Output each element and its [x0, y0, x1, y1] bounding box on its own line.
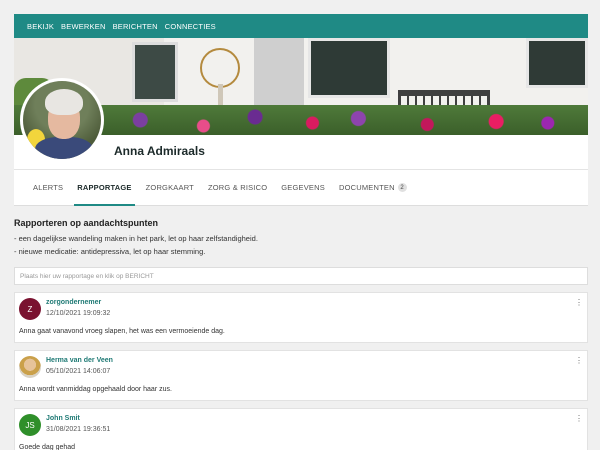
report-post: Herma van der Veen 05/10/2021 14:06:07 ⋮…: [14, 350, 588, 401]
attention-line: - een dagelijkse wandeling maken in het …: [14, 234, 258, 243]
report-post: Z zorgondernemer 12/10/2021 19:09:32 ⋮ A…: [14, 292, 588, 343]
profile-avatar[interactable]: [20, 78, 104, 162]
report-post: JS John Smit 31/08/2021 19:36:51 ⋮ Goede…: [14, 408, 588, 450]
more-vert-icon[interactable]: ⋮: [575, 356, 583, 365]
post-date: 12/10/2021 19:09:32: [46, 310, 111, 317]
nav-berichten[interactable]: BERICHTEN: [113, 22, 158, 31]
banner-window: [132, 42, 178, 102]
profile-name: Anna Admiraals: [114, 144, 205, 158]
attention-title: Rapporteren op aandachtspunten: [14, 218, 159, 228]
post-date: 05/10/2021 14:06:07: [46, 368, 111, 375]
post-text: Goede dag gehad: [19, 444, 76, 450]
post-author[interactable]: Herma van der Veen: [46, 357, 113, 364]
tab-bar: ALERTS RAPPORTAGE ZORGKAART ZORG & RISIC…: [14, 170, 588, 206]
attention-line: - nieuwe medicatie: antidepressiva, let …: [14, 246, 206, 256]
app-container: BEKIJK BEWERKEN BERICHTEN CONNECTIES Ann…: [14, 14, 588, 450]
tab-documenten[interactable]: DOCUMENTEN 2: [332, 170, 414, 206]
avatar[interactable]: [19, 356, 41, 378]
tab-rapportage[interactable]: RAPPORTAGE: [70, 170, 138, 206]
banner-window: [526, 38, 588, 88]
nav-bewerken[interactable]: BEWERKEN: [61, 22, 106, 31]
report-input[interactable]: Plaats hier uw rapportage en klik op BER…: [14, 267, 588, 285]
attention-points: Rapporteren op aandachtspunten - een dag…: [14, 206, 588, 258]
tab-zorgkaart[interactable]: ZORGKAART: [139, 170, 201, 206]
avatar[interactable]: JS: [19, 414, 41, 436]
tab-alerts[interactable]: ALERTS: [26, 170, 70, 206]
more-vert-icon[interactable]: ⋮: [575, 298, 583, 307]
top-nav: BEKIJK BEWERKEN BERICHTEN CONNECTIES: [14, 14, 588, 38]
post-text: Anna gaat vanavond vroeg slapen, het was…: [19, 328, 225, 335]
tab-gegevens[interactable]: GEGEVENS: [274, 170, 332, 206]
post-text: Anna wordt vanmiddag opgehaald door haar…: [19, 386, 172, 393]
tab-zorg-risico[interactable]: ZORG & RISICO: [201, 170, 274, 206]
nav-connecties[interactable]: CONNECTIES: [165, 22, 216, 31]
documents-count-badge: 2: [397, 183, 407, 192]
avatar[interactable]: Z: [19, 298, 41, 320]
nav-bekijk[interactable]: BEKIJK: [27, 22, 54, 31]
post-author[interactable]: zorgondernemer: [46, 299, 101, 306]
banner-window: [308, 38, 390, 98]
post-author[interactable]: John Smit: [46, 415, 80, 422]
banner-door: [254, 38, 304, 110]
profile-header: Anna Admiraals: [14, 135, 588, 170]
more-vert-icon[interactable]: ⋮: [575, 414, 583, 423]
post-date: 31/08/2021 19:36:51: [46, 426, 111, 433]
